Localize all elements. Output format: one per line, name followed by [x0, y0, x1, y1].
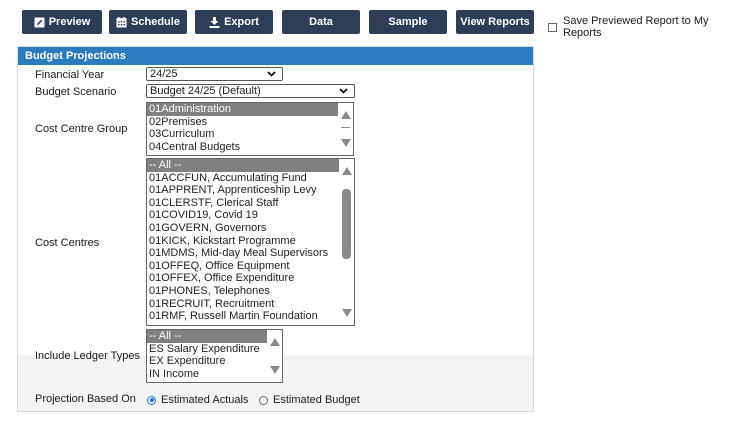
- scroll-divider: [341, 127, 350, 128]
- scroll-down-icon[interactable]: [270, 366, 280, 374]
- chevron-down-icon: [339, 88, 348, 94]
- preview-button[interactable]: Preview: [22, 10, 102, 34]
- export-label: Export: [224, 16, 259, 28]
- financial-year-select[interactable]: 24/25: [146, 67, 283, 81]
- list-item[interactable]: 01RMF, Russell Martin Foundation: [147, 310, 354, 323]
- scroll-down-icon[interactable]: [341, 139, 351, 147]
- scrollbar[interactable]: [339, 159, 354, 325]
- scroll-up-icon[interactable]: [342, 167, 352, 175]
- view-reports-button[interactable]: View Reports: [456, 10, 534, 34]
- list-item[interactable]: 01Administration: [147, 103, 353, 116]
- list-item[interactable]: 01CLERSTF, Clerical Staff: [147, 197, 354, 210]
- save-report-checkbox[interactable]: [548, 22, 557, 32]
- list-item[interactable]: 01KICK, Kickstart Programme: [147, 235, 354, 248]
- list-item[interactable]: IN Income: [147, 368, 282, 381]
- list-item[interactable]: 01MDMS, Mid-day Meal Supervisors: [147, 247, 354, 260]
- list-item[interactable]: 03Curriculum: [147, 128, 353, 141]
- list-item[interactable]: ES Salary Expenditure: [147, 343, 282, 356]
- list-item[interactable]: -- All --: [147, 159, 354, 172]
- preview-label: Preview: [48, 16, 91, 28]
- scroll-up-icon[interactable]: [341, 111, 351, 119]
- budget-projections-panel: Budget Projections Financial Year 24/25 …: [17, 46, 534, 412]
- ledger-types-label: Include Ledger Types: [35, 350, 140, 362]
- estimated-actuals-label: Estimated Actuals: [161, 394, 249, 406]
- chevron-down-icon: [267, 71, 276, 77]
- budget-scenario-value: Budget 24/25 (Default): [150, 85, 261, 97]
- projection-label: Projection Based On: [35, 393, 136, 405]
- list-item[interactable]: 01GOVERN, Governors: [147, 222, 354, 235]
- financial-year-value: 24/25: [150, 68, 178, 80]
- scroll-down-icon[interactable]: [342, 309, 352, 317]
- save-report-label: Save Previewed Report to My Reports: [563, 15, 709, 39]
- pencil-icon: [34, 17, 45, 27]
- scrollbar[interactable]: [267, 330, 282, 382]
- estimated-actuals-option[interactable]: Estimated Actuals: [147, 394, 248, 406]
- financial-year-label: Financial Year: [35, 69, 105, 81]
- list-item[interactable]: 01OFFEX, Office Expenditure: [147, 272, 354, 285]
- scrollbar-thumb[interactable]: [342, 189, 351, 259]
- list-item[interactable]: 01OFFEQ, Office Equipment: [147, 260, 354, 273]
- list-item[interactable]: -- All --: [147, 330, 282, 343]
- sample-label: Sample: [388, 16, 428, 28]
- cost-centres-label: Cost Centres: [35, 237, 100, 249]
- list-item[interactable]: 01ACCFUN, Accumulating Fund: [147, 172, 354, 185]
- list-item[interactable]: EX Expenditure: [147, 355, 282, 368]
- cost-centre-group-list[interactable]: 01Administration 02Premises 03Curriculum…: [146, 102, 354, 156]
- data-button[interactable]: Data: [282, 10, 360, 34]
- scrollbar[interactable]: [338, 103, 353, 155]
- list-item[interactable]: 04Central Budgets: [147, 141, 353, 154]
- estimated-budget-option[interactable]: Estimated Budget: [259, 394, 360, 406]
- budget-scenario-select[interactable]: Budget 24/25 (Default): [146, 84, 355, 98]
- scroll-up-icon[interactable]: [270, 338, 280, 346]
- data-label: Data: [309, 16, 333, 28]
- estimated-budget-label: Estimated Budget: [273, 394, 360, 406]
- save-report-option: Save Previewed Report to My Reports: [548, 15, 750, 39]
- ledger-types-list[interactable]: -- All -- ES Salary Expenditure EX Expen…: [146, 329, 283, 383]
- toolbar: Preview Schedule Export Data Sample View…: [0, 0, 750, 44]
- list-item[interactable]: 02Premises: [147, 116, 353, 129]
- download-icon: [209, 16, 220, 28]
- cost-centres-list[interactable]: -- All -- 01ACCFUN, Accumulating Fund 01…: [146, 158, 355, 326]
- calendar-icon: [116, 16, 127, 27]
- schedule-label: Schedule: [131, 16, 180, 28]
- view-reports-label: View Reports: [460, 16, 530, 28]
- budget-scenario-label: Budget Scenario: [35, 86, 117, 98]
- sample-button[interactable]: Sample: [369, 10, 447, 34]
- cost-centre-group-label: Cost Centre Group: [35, 123, 128, 135]
- list-item[interactable]: 01PHONES, Telephones: [147, 285, 354, 298]
- export-button[interactable]: Export: [195, 10, 273, 34]
- schedule-button[interactable]: Schedule: [109, 10, 187, 34]
- list-item[interactable]: 01RECRUIT, Recruitment: [147, 298, 354, 311]
- list-item[interactable]: 01COVID19, Covid 19: [147, 209, 354, 222]
- estimated-budget-radio[interactable]: [259, 395, 268, 405]
- estimated-actuals-radio[interactable]: [147, 395, 156, 405]
- panel-title: Budget Projections: [18, 47, 533, 65]
- list-item[interactable]: 01APPRENT, Apprenticeship Levy: [147, 184, 354, 197]
